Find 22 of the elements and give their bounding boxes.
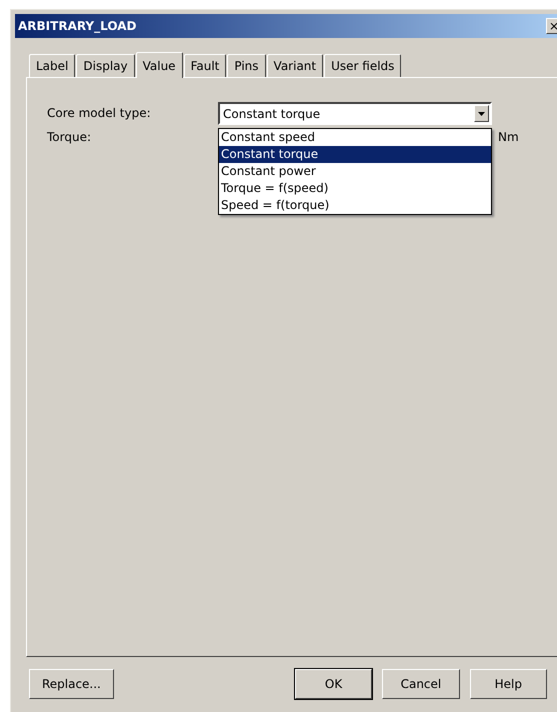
- window-title: ARBITRARY_LOAD: [17, 19, 136, 33]
- dropdown-option[interactable]: Speed = f(torque): [219, 197, 491, 214]
- tab[interactable]: Display: [76, 54, 135, 77]
- field-label: Torque:: [47, 129, 92, 144]
- tab[interactable]: Pins: [227, 54, 266, 77]
- tab[interactable]: User fields: [324, 54, 402, 77]
- dropdown-field[interactable]: Constant torque: [218, 102, 492, 125]
- dropdown-option[interactable]: Constant power: [219, 163, 491, 180]
- dropdown-option[interactable]: Constant torque: [219, 146, 491, 163]
- field-label: Core model type:: [47, 105, 152, 120]
- tab[interactable]: Variant: [266, 54, 324, 77]
- close-button[interactable]: ×: [546, 18, 557, 34]
- dropdown-option[interactable]: Constant speed: [219, 129, 491, 146]
- tab[interactable]: Label: [29, 54, 76, 77]
- tab[interactable]: Fault: [184, 54, 226, 77]
- dialog-button[interactable]: OK: [294, 669, 372, 699]
- unit-label: Nm: [497, 129, 519, 144]
- dropdown-option[interactable]: Torque = f(speed): [219, 180, 491, 197]
- dialog-button[interactable]: Help: [470, 669, 548, 699]
- dialog-button[interactable]: Cancel: [382, 669, 460, 699]
- dialog-button[interactable]: Replace...: [29, 669, 114, 699]
- tab[interactable]: Value: [136, 52, 183, 78]
